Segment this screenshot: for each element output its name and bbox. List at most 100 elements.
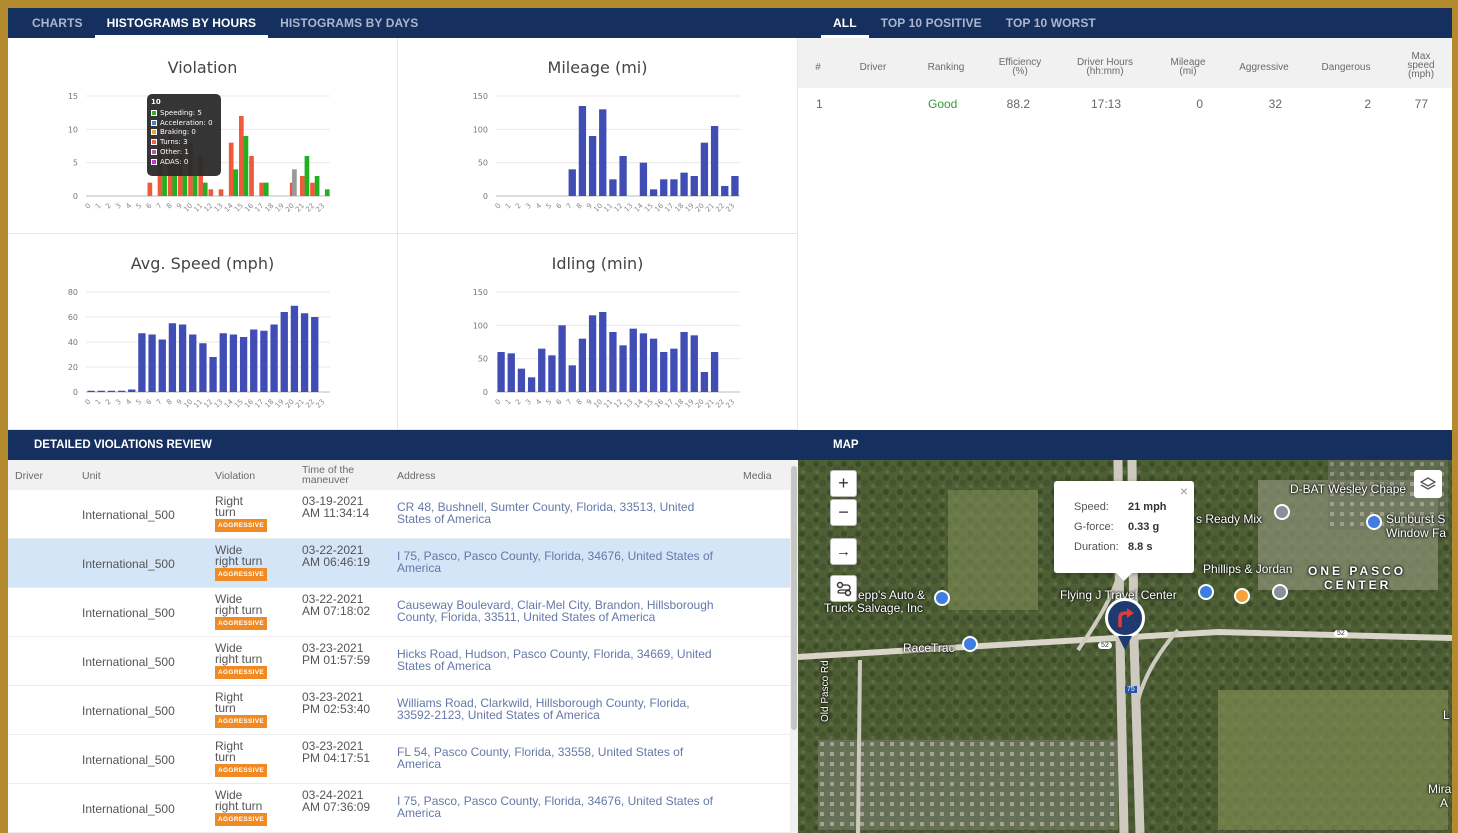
table-row[interactable]: International_500 Wide right turn AGGRESSI… — [8, 637, 790, 686]
bar[interactable] — [208, 189, 214, 196]
bar[interactable] — [168, 323, 177, 392]
bar[interactable] — [243, 136, 249, 196]
close-icon[interactable]: × — [1180, 481, 1188, 501]
col-ranking[interactable]: Ranking — [921, 63, 971, 73]
bar[interactable] — [588, 315, 597, 392]
table-row[interactable]: International_500 Wide right turn AGGRESSI… — [8, 539, 790, 588]
col-mileage[interactable]: Mileage (mi) — [1168, 58, 1208, 77]
bar[interactable] — [192, 176, 198, 196]
bar[interactable] — [558, 325, 566, 392]
restaurant-pin-icon[interactable] — [1234, 588, 1250, 604]
col-index[interactable]: # — [808, 63, 828, 73]
bar[interactable] — [619, 156, 627, 196]
bar[interactable] — [731, 176, 739, 196]
scrollbar-thumb[interactable] — [791, 466, 797, 730]
bar[interactable] — [233, 169, 239, 196]
zoom-out-button[interactable]: − — [830, 499, 857, 526]
bar[interactable] — [609, 332, 617, 392]
bar[interactable] — [599, 312, 607, 392]
bar[interactable] — [507, 353, 515, 392]
map-pin-icon[interactable] — [962, 636, 978, 652]
table-row[interactable]: International_500 Right turn AGGRESSIVE 03-… — [8, 686, 790, 735]
bar[interactable] — [700, 372, 709, 392]
bar[interactable] — [578, 338, 587, 392]
map-pin-icon[interactable] — [1274, 504, 1290, 520]
table-row[interactable]: International_500 Wide right turn AGGRESSI… — [8, 784, 790, 833]
bar[interactable] — [568, 169, 576, 196]
bar[interactable] — [690, 335, 698, 392]
bar[interactable] — [209, 357, 217, 392]
bar[interactable] — [263, 182, 269, 196]
bar[interactable] — [202, 182, 208, 196]
bar[interactable] — [280, 312, 288, 392]
table-row[interactable]: International_500 Right turn AGGRESSIVE 03-… — [8, 735, 790, 784]
tab-histograms-by-days[interactable]: HISTOGRAMS BY DAYS — [268, 8, 430, 38]
tab-top-10-worst[interactable]: TOP 10 WORST — [994, 8, 1108, 38]
bar[interactable] — [128, 389, 136, 393]
col-max-speed[interactable]: Max speed (mph) — [1406, 52, 1436, 80]
bar[interactable] — [250, 329, 258, 393]
col-time[interactable]: Time of the maneuver — [302, 465, 372, 486]
col-unit[interactable]: Unit — [82, 471, 101, 482]
bar[interactable] — [178, 324, 187, 393]
bar[interactable] — [259, 182, 265, 196]
bar[interactable] — [107, 390, 116, 392]
bar[interactable] — [311, 317, 319, 392]
layers-icon[interactable] — [1414, 470, 1442, 498]
bar[interactable] — [138, 333, 146, 392]
bar[interactable] — [588, 136, 597, 196]
bar[interactable] — [324, 189, 330, 196]
bar[interactable] — [292, 169, 297, 196]
bar[interactable] — [680, 332, 688, 392]
col-dangerous[interactable]: Dangerous — [1316, 63, 1376, 73]
route-icon[interactable] — [830, 575, 857, 602]
bar[interactable] — [87, 390, 95, 392]
bar[interactable] — [239, 116, 244, 196]
bar[interactable] — [148, 334, 156, 393]
bar[interactable] — [660, 179, 668, 196]
tab-all[interactable]: ALL — [821, 8, 869, 38]
bar[interactable] — [721, 186, 729, 196]
bar[interactable] — [199, 343, 207, 392]
bar[interactable] — [162, 176, 167, 196]
bar[interactable] — [639, 162, 648, 196]
bar[interactable] — [548, 355, 556, 392]
table-row[interactable]: International_500 Right turn AGGRESSIVE 03-… — [8, 490, 790, 539]
bar[interactable] — [538, 348, 546, 392]
table-row[interactable]: International_500 Wide right turn AGGRESSI… — [8, 588, 790, 637]
col-aggressive[interactable]: Aggressive — [1234, 63, 1294, 73]
bar[interactable] — [314, 176, 320, 196]
bar[interactable] — [649, 189, 658, 196]
zoom-in-button[interactable]: + — [830, 470, 857, 497]
bar[interactable] — [310, 182, 315, 196]
turn-right-marker-icon[interactable] — [1105, 598, 1145, 638]
tab-top-10-positive[interactable]: TOP 10 POSITIVE — [869, 8, 994, 38]
map-view[interactable]: + − → D-BAT Wesley Chape s Ready Mix Sun… — [798, 460, 1452, 833]
bar[interactable] — [619, 345, 627, 392]
bar[interactable] — [527, 377, 536, 392]
bar[interactable] — [300, 313, 309, 392]
bar[interactable] — [189, 334, 197, 393]
col-driver[interactable]: Driver — [15, 471, 43, 482]
col-driver-hours[interactable]: Driver Hours (hh:mm) — [1070, 58, 1140, 77]
bar[interactable] — [228, 142, 234, 196]
bar[interactable] — [629, 328, 637, 392]
bar[interactable] — [497, 352, 505, 392]
bar[interactable] — [97, 390, 105, 392]
bar[interactable] — [270, 324, 278, 393]
col-address[interactable]: Address — [397, 471, 436, 482]
bar[interactable] — [710, 352, 719, 392]
map-pin-icon[interactable] — [1272, 584, 1288, 600]
bar[interactable] — [517, 368, 526, 392]
map-pin-icon[interactable] — [1366, 514, 1382, 530]
bar[interactable] — [239, 337, 248, 392]
bar[interactable] — [219, 333, 227, 392]
bar[interactable] — [300, 176, 305, 196]
col-media[interactable]: Media — [743, 471, 772, 482]
bar[interactable] — [710, 126, 719, 196]
bar[interactable] — [649, 338, 658, 392]
bar[interactable] — [158, 339, 166, 393]
bar[interactable] — [182, 176, 188, 196]
tab-histograms-by-hours[interactable]: HISTOGRAMS BY HOURS — [94, 8, 269, 38]
bar[interactable] — [290, 305, 299, 392]
